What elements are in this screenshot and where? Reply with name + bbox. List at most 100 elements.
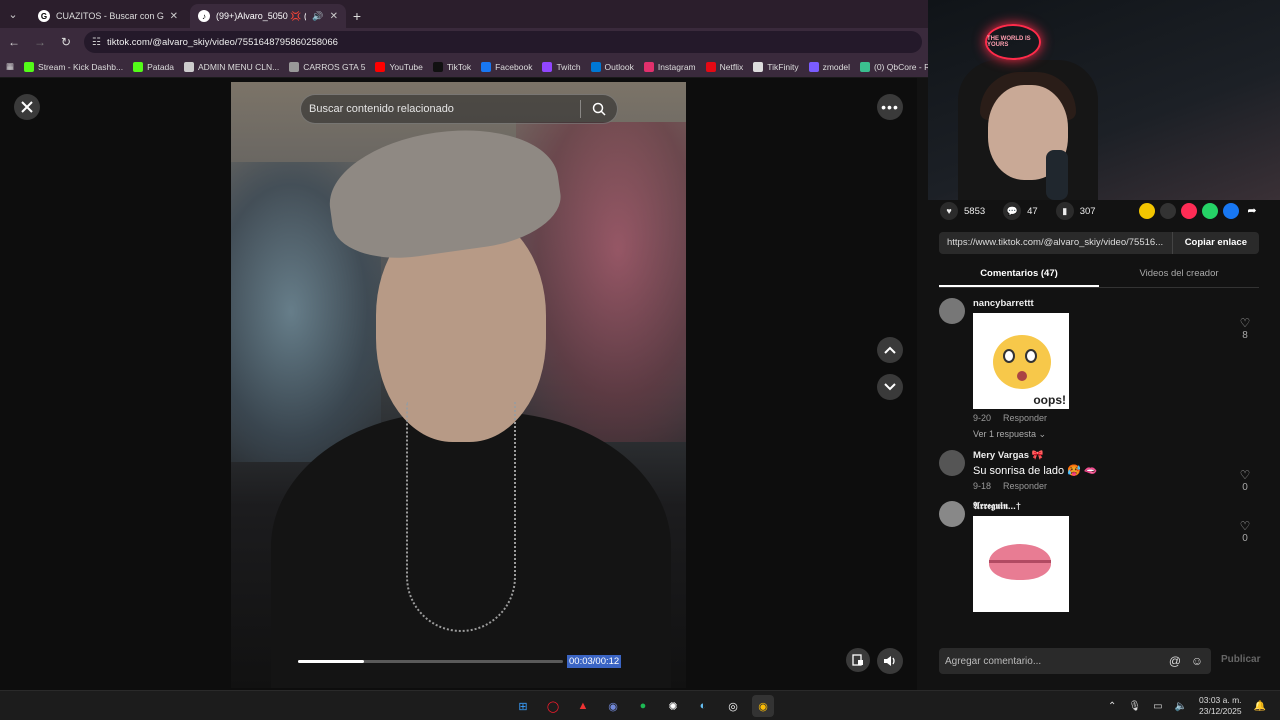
bookmark-label: ADMIN MENU CLN... [198, 61, 280, 72]
reply-button[interactable]: Responder [1003, 413, 1047, 423]
avatar[interactable] [939, 501, 965, 527]
picture-in-picture-icon[interactable] [846, 648, 870, 672]
steam-icon[interactable]: ◐ [692, 695, 714, 717]
tab-audio-icon[interactable]: 🔊 [312, 11, 323, 22]
notification-icon[interactable]: 🔔 [1254, 701, 1266, 712]
comment-like[interactable]: ♡ 8 [1235, 316, 1255, 341]
heart-icon: ♥ [940, 202, 958, 220]
back-icon[interactable]: ← [6, 35, 22, 49]
comment-username[interactable]: 𝕬𝖗𝖗𝖊𝖌𝖚𝖎𝖓...† [973, 501, 1259, 512]
bookmark-item[interactable]: Netflix [705, 61, 743, 72]
close-tab-icon[interactable]: ✕ [330, 11, 338, 22]
bookmark-item[interactable]: YouTube [375, 61, 423, 72]
coin-icon[interactable] [1139, 203, 1155, 219]
bookmark-item[interactable]: Patada [133, 61, 175, 72]
save-stat[interactable]: ▮ 307 [1055, 202, 1096, 220]
taskbar-clock[interactable]: 03:03 a. m. 23/12/2025 [1199, 695, 1242, 717]
bookmark-item[interactable]: CARROS GTA 5 [289, 61, 365, 72]
opera-icon[interactable]: ◯ [542, 695, 564, 717]
spotify-icon[interactable]: ● [632, 695, 654, 717]
view-replies-button[interactable]: Ver 1 respuesta ⌄ [973, 429, 1259, 440]
forward-icon[interactable]: → [32, 35, 48, 49]
comment-like[interactable]: ♡ 0 [1235, 519, 1255, 544]
share-arrow-icon[interactable]: ➦ [1244, 203, 1260, 219]
bookmark-label: TikFinity [767, 61, 799, 72]
comment-like-count: 0 [1242, 533, 1248, 544]
bookmark-favicon-icon [590, 61, 601, 72]
close-icon[interactable] [14, 94, 40, 120]
facebook-icon[interactable] [1223, 203, 1239, 219]
discord-icon[interactable]: ◉ [602, 695, 624, 717]
app-a-icon[interactable]: ▲ [572, 695, 594, 717]
emoji-eye [1025, 349, 1037, 363]
bookmark-item[interactable]: Twitch [542, 61, 581, 72]
embed-icon[interactable] [1160, 203, 1176, 219]
steelseries-icon[interactable]: ✺ [662, 695, 684, 717]
tab-creator-videos[interactable]: Videos del creador [1099, 262, 1259, 287]
system-tray: ⌃ 🎙 ▭ 🔈 03:03 a. m. 23/12/2025 🔔 [1108, 691, 1266, 720]
tab-title: CUAZITOS - Buscar con Google [56, 11, 164, 21]
site-info-icon[interactable]: ☷ [92, 37, 101, 48]
bookmark-label: Patada [147, 61, 175, 72]
chevron-up-icon[interactable]: ⌃ [1108, 701, 1116, 712]
chevron-down-icon[interactable] [877, 374, 903, 400]
bookmark-favicon-icon [808, 61, 819, 72]
avatar[interactable] [939, 450, 965, 476]
related-search-input[interactable] [309, 103, 572, 115]
apps-icon[interactable]: ▦ [6, 61, 14, 72]
search-icon[interactable] [589, 99, 609, 119]
close-tab-icon[interactable]: ✕ [170, 11, 178, 22]
bookmark-label: zmodel [822, 61, 850, 72]
chrome-icon[interactable]: ◉ [752, 695, 774, 717]
video-progress-bar[interactable] [298, 660, 563, 663]
comment-username[interactable]: Mery Vargas 🎀 [973, 450, 1259, 461]
heart-outline-icon: ♡ [1239, 468, 1251, 482]
chevron-up-icon[interactable] [877, 337, 903, 363]
whatsapp-icon[interactable] [1202, 203, 1218, 219]
video-progress-fill [298, 660, 365, 663]
more-options-icon[interactable]: ••• [877, 94, 903, 120]
avatar[interactable] [939, 298, 965, 324]
bookmark-item[interactable]: ADMIN MENU CLN... [184, 61, 280, 72]
bookmark-item[interactable]: Instagram [643, 61, 696, 72]
like-stat[interactable]: ♥ 5853 [940, 202, 985, 220]
reply-button[interactable]: Responder [1003, 481, 1047, 491]
comment-input[interactable] [945, 655, 1161, 667]
copy-link-button[interactable]: Copiar enlace [1171, 232, 1259, 254]
bookmark-item[interactable]: zmodel [808, 61, 850, 72]
reload-icon[interactable]: ↻ [58, 35, 74, 49]
volume-icon[interactable] [877, 648, 903, 674]
publish-button[interactable]: Publicar [1221, 654, 1260, 665]
emoji-icon[interactable]: ☺ [1189, 653, 1205, 669]
bookmark-item[interactable]: (0) QbCore - Res [860, 61, 928, 72]
tiktok-icon: ♪ [198, 10, 210, 22]
video-link[interactable]: https://www.tiktok.com/@alvaro_skiy/vide… [939, 232, 1172, 254]
comment-like[interactable]: ♡ 0 [1235, 468, 1255, 493]
bookmark-item[interactable]: Stream - Kick Dashb... [24, 61, 123, 72]
bookmark-item[interactable]: Facebook [481, 61, 532, 72]
bookmark-item[interactable]: TikFinity [753, 61, 799, 72]
windows-start-icon[interactable]: ⊞ [512, 695, 534, 717]
microphone-icon[interactable]: 🎙 [1128, 701, 1141, 712]
bookmark-favicon-icon [643, 61, 654, 72]
new-tab-button[interactable]: + [346, 4, 368, 28]
speaker-icon[interactable]: 🔈 [1175, 701, 1187, 712]
video-player[interactable] [231, 82, 686, 688]
comment-stat[interactable]: 💬 47 [1003, 202, 1038, 220]
url-bar[interactable]: ☷ tiktok.com/@alvaro_skiy/video/75516487… [84, 31, 922, 53]
browser-tab-google[interactable]: G CUAZITOS - Buscar con Google ✕ [30, 4, 186, 28]
bookmark-favicon-icon [860, 61, 870, 72]
tab-comments[interactable]: Comentarios (47) [939, 262, 1099, 287]
network-icon[interactable]: ▭ [1153, 701, 1162, 712]
browser-tab-tiktok[interactable]: ♪ (99+)Alvaro_5050 💢 (@alv 🔊 ✕ [190, 4, 346, 28]
emoji-mouth [1017, 371, 1027, 381]
bookmark-item[interactable]: TikTok [432, 61, 471, 72]
bookmark-item[interactable]: Outlook [590, 61, 634, 72]
tab-search-button[interactable]: ⌄ [0, 0, 26, 28]
comment-item: nancybarrettt oops! 9-20 Responder Ver 1… [939, 298, 1259, 440]
comment-username[interactable]: nancybarrettt [973, 298, 1259, 309]
mention-icon[interactable]: @ [1167, 653, 1183, 669]
send-icon[interactable] [1181, 203, 1197, 219]
tab-title: (99+)Alvaro_5050 💢 (@alv [216, 10, 306, 21]
obs-icon[interactable]: ◎ [722, 695, 744, 717]
